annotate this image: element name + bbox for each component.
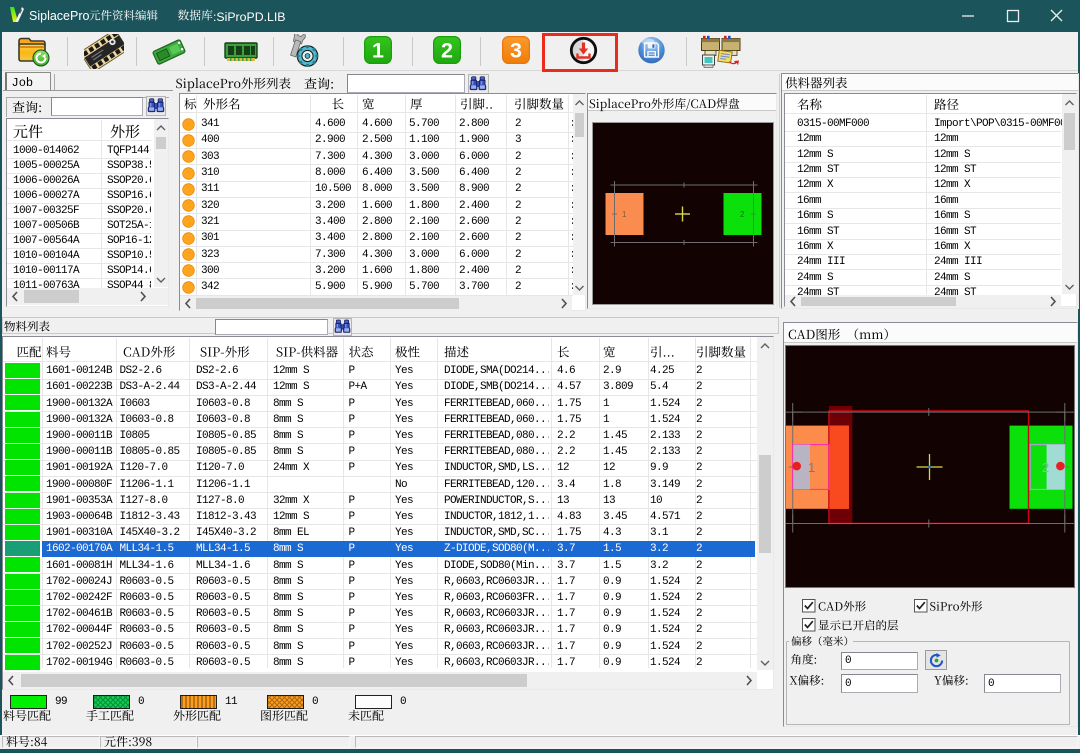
svg-text:2: 2 bbox=[740, 210, 745, 219]
svg-text:2: 2 bbox=[1042, 460, 1049, 475]
svg-text:2: 2 bbox=[441, 39, 453, 63]
svg-text:1: 1 bbox=[622, 210, 627, 219]
svg-text:1: 1 bbox=[808, 460, 815, 475]
svg-text:3: 3 bbox=[510, 39, 522, 63]
svg-text:1: 1 bbox=[372, 39, 384, 63]
